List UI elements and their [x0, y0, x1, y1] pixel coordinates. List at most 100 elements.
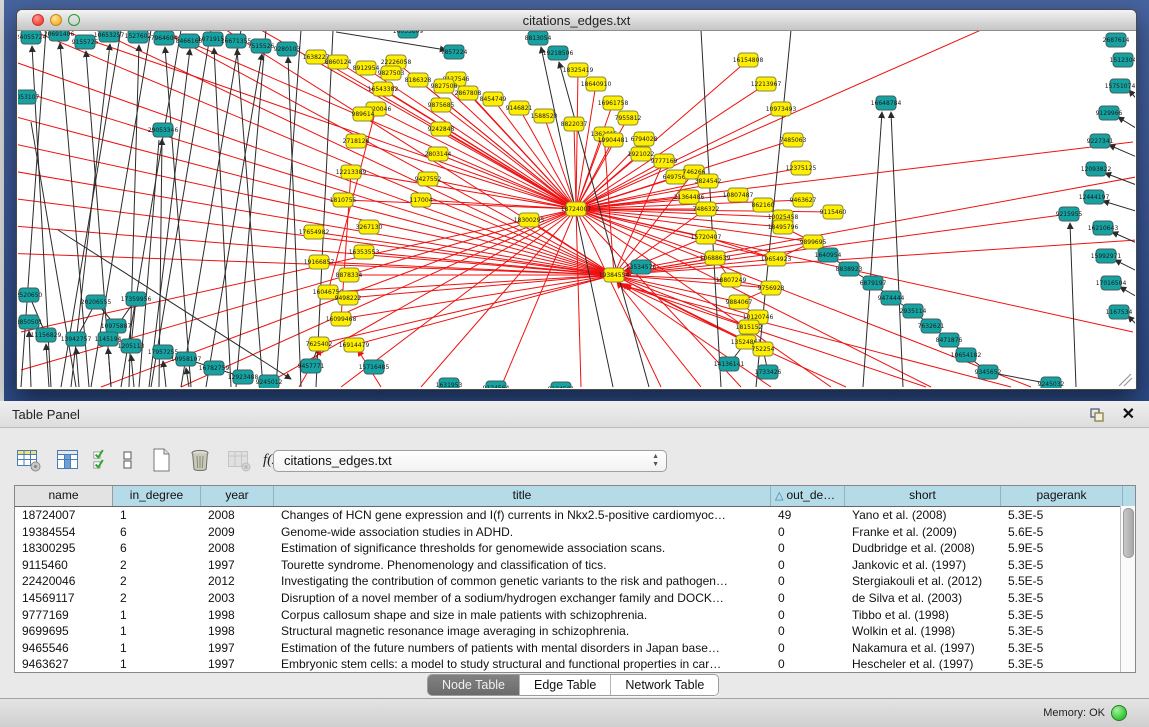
table-cell[interactable]: Dudbridge et al. (2008) [845, 540, 1001, 557]
table-cell[interactable]: 2 [113, 573, 201, 590]
graph-edge[interactable] [441, 105, 576, 209]
table-cell[interactable]: 9699695 [15, 623, 113, 640]
graph-edge[interactable] [316, 31, 333, 387]
table-cell[interactable]: Genome-wide association studies in ADHD. [274, 524, 771, 541]
table-row[interactable]: 977716911998Corpus callosum shape and si… [15, 607, 1135, 624]
table-cell[interactable]: 22420046 [15, 573, 113, 590]
table-cell[interactable]: 5.3E-5 [1001, 507, 1123, 524]
table-cell[interactable]: 1997 [201, 640, 274, 657]
table-cell[interactable]: Embryonic stem cells: a model to study s… [274, 656, 771, 673]
graph-edge[interactable] [1115, 260, 1135, 272]
graph-edge[interactable] [1070, 223, 1076, 387]
table-cell[interactable]: 5.3E-5 [1001, 623, 1123, 640]
table-row[interactable]: 946362711997Embryonic stem cells: a mode… [15, 656, 1135, 673]
graph-edge[interactable] [1112, 232, 1135, 244]
table-cell[interactable]: 19384554 [15, 524, 113, 541]
table-cell[interactable]: 0 [771, 656, 845, 673]
tab-network-table[interactable]: Network Table [611, 675, 718, 695]
table-cell[interactable]: 1 [113, 607, 201, 624]
table-cell[interactable]: Stergiakouli et al. (2012) [845, 573, 1001, 590]
column-header-title[interactable]: title [274, 486, 771, 506]
graph-edge[interactable] [226, 31, 614, 275]
float-panel-icon[interactable] [1089, 407, 1105, 423]
table-cell[interactable]: Yano et al. (2008) [845, 507, 1001, 524]
table-cell[interactable]: 0 [771, 607, 845, 624]
graph-edge[interactable] [576, 209, 661, 387]
table-cell[interactable]: 1 [113, 656, 201, 673]
table-cell[interactable]: 1997 [201, 656, 274, 673]
table-cell[interactable]: Tourette syndrome. Phenomenology and cla… [274, 557, 771, 574]
delete-column-button[interactable] [185, 445, 215, 475]
graph-edge[interactable] [383, 89, 576, 209]
resize-grip[interactable] [1119, 374, 1132, 386]
table-cell[interactable]: 5.3E-5 [1001, 640, 1123, 657]
table-cell[interactable]: Corpus callosum shape and size in male p… [274, 607, 771, 624]
table-cell[interactable]: 9115460 [15, 557, 113, 574]
table-cell[interactable]: 1998 [201, 607, 274, 624]
table-cell[interactable]: 5.3E-5 [1001, 656, 1123, 673]
table-cell[interactable]: Estimation of significance thresholds fo… [274, 540, 771, 557]
column-header-pagerank[interactable]: pagerank [1001, 486, 1123, 506]
column-header-year[interactable]: year [201, 486, 274, 506]
graph-edge[interactable] [576, 70, 578, 209]
graph-edge[interactable] [336, 32, 446, 50]
graph-edge[interactable] [1109, 145, 1135, 158]
graph-edge[interactable] [131, 355, 134, 387]
table-dropdown[interactable]: citations_edges.txt ▲▼ [273, 450, 667, 472]
table-cell[interactable]: 5.9E-5 [1001, 540, 1123, 557]
graph-edge[interactable] [576, 209, 581, 387]
graph-edge[interactable] [576, 142, 1133, 209]
table-cell[interactable]: 1 [113, 507, 201, 524]
table-row[interactable]: 946554611997Estimation of the future num… [15, 640, 1135, 657]
select-all-button[interactable] [92, 445, 110, 475]
graph-edge[interactable] [891, 112, 903, 387]
table-cell[interactable]: 0 [771, 590, 845, 607]
graph-edge[interactable] [576, 209, 776, 259]
table-cell[interactable]: 5.3E-5 [1001, 557, 1123, 574]
table-cell[interactable]: 0 [771, 573, 845, 590]
table-cell[interactable]: 5.3E-5 [1001, 607, 1123, 624]
table-row[interactable]: 1938455462009Genome-wide association stu… [15, 524, 1135, 541]
table-row[interactable]: 911546021997Tourette syndrome. Phenomeno… [15, 557, 1135, 574]
graph-edge[interactable] [1103, 201, 1135, 212]
new-column-button[interactable] [146, 445, 176, 475]
graph-edge[interactable] [319, 275, 614, 344]
column-header-out_de[interactable]: △out_de… [771, 486, 845, 506]
table-cell[interactable]: 9465546 [15, 640, 113, 657]
table-cell[interactable]: 2 [113, 557, 201, 574]
table-cell[interactable]: 18300295 [15, 540, 113, 557]
graph-edge[interactable] [376, 109, 576, 209]
table-cell[interactable]: Estimation of the future numbers of pati… [274, 640, 771, 657]
table-cell[interactable]: Investigating the contribution of common… [274, 573, 771, 590]
table-cell[interactable]: Tibbo et al. (1998) [845, 607, 1001, 624]
column-header-name[interactable]: name [15, 486, 113, 506]
graph-edge[interactable] [348, 275, 614, 298]
graph-edge[interactable] [276, 31, 301, 387]
column-header-in_degree[interactable]: in_degree [113, 486, 201, 506]
graph-edge[interactable] [1118, 117, 1135, 130]
graph-edge[interactable] [121, 31, 181, 387]
show-columns-button[interactable] [53, 445, 83, 475]
table-cell[interactable]: Hescheler et al. (1997) [845, 656, 1001, 673]
table-cell[interactable]: 1 [113, 640, 201, 657]
table-cell[interactable]: 2008 [201, 540, 274, 557]
table-cell[interactable]: Structural magnetic resonance image aver… [274, 623, 771, 640]
column-header-short[interactable]: short [845, 486, 1001, 506]
graph-edge[interactable] [328, 275, 614, 292]
table-row[interactable]: 1830029562008Estimation of significance … [15, 540, 1135, 557]
table-cell[interactable]: Nakamura et al. (1997) [845, 640, 1001, 657]
table-cell[interactable]: 6 [113, 524, 201, 541]
network-graph[interactable]: 1872400719384554163822788601248912954222… [18, 31, 1135, 388]
graph-edge[interactable] [108, 348, 111, 387]
graph-edge[interactable] [214, 48, 231, 387]
clear-selection-button[interactable] [119, 445, 137, 475]
table-cell[interactable]: 1998 [201, 623, 274, 640]
table-cell[interactable]: 2012 [201, 573, 274, 590]
table-scrollbar[interactable] [1120, 506, 1135, 672]
close-panel-icon[interactable]: ✕ [1122, 404, 1135, 424]
table-cell[interactable]: 9463627 [15, 656, 113, 673]
graph-edge[interactable] [18, 57, 614, 275]
graph-edge[interactable] [354, 275, 614, 345]
table-cell[interactable]: 49 [771, 507, 845, 524]
table-cell[interactable]: 2008 [201, 507, 274, 524]
